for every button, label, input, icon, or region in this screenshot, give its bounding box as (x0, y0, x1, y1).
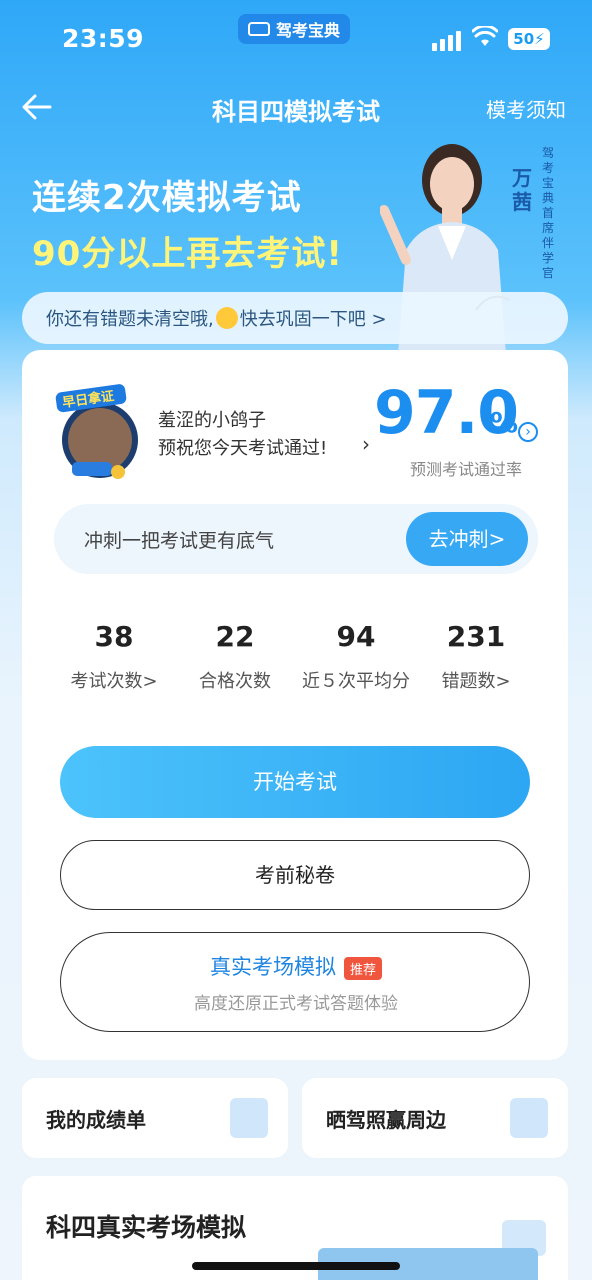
pass-rate-detail-icon[interactable]: › (518, 422, 538, 442)
app-indicator[interactable]: 驾考宝典 (238, 14, 351, 44)
real-sim-title: 真实考场模拟 (209, 955, 336, 979)
battery-icon: 50 ⚡ (508, 28, 550, 50)
stat-label: 考试次数> (70, 671, 158, 692)
wifi-icon (472, 26, 498, 46)
recommend-badge: 推荐 (343, 956, 382, 980)
stat-label: 错题数> (441, 671, 511, 692)
battery-level: 50 (513, 30, 535, 48)
spokesperson-name: 万茜 (512, 166, 532, 214)
stat-value: 22 (215, 620, 255, 653)
blessing-text: 预祝您今天考试通过! (158, 438, 328, 459)
report-card-tile[interactable]: 我的成绩单 (22, 1078, 288, 1158)
stat-value: 231 (446, 620, 506, 653)
sprint-text: 冲刺一把考试更有底气 (84, 530, 275, 552)
real-sim-title-row: 真实考场模拟 推荐 (61, 951, 531, 981)
stat-value: 38 (94, 620, 134, 653)
stat-value: 94 (336, 620, 376, 653)
spokesperson-title: 驾考宝典首席伴学官 (542, 146, 555, 280)
sprint-button[interactable]: 去冲刺> (406, 512, 528, 566)
stat-wrong-count[interactable]: 231 错题数> (416, 620, 536, 693)
user-name: 羞涩的小鸽子 (158, 410, 266, 431)
sprint-bar: 冲刺一把考试更有底气 去冲刺> (54, 504, 538, 574)
pass-rate-unit: % (490, 406, 519, 439)
smile-emoji-icon (215, 307, 238, 329)
real-sim-subtitle: 高度还原正式考试答题体验 (194, 994, 398, 1014)
tip-text-before: 你还有错题未清空哦, (46, 309, 214, 330)
start-exam-button[interactable]: 开始考试 (60, 746, 530, 818)
chevron-right-icon[interactable]: › (362, 432, 370, 456)
share-license-tile[interactable]: 晒驾照赢周边 (302, 1078, 568, 1158)
report-search-icon (230, 1098, 268, 1138)
stat-avg-score: 94 近５次平均分 (296, 620, 416, 693)
secret-paper-button[interactable]: 考前秘卷 (60, 840, 530, 910)
badge-illustration: 早日拿证 (55, 384, 138, 479)
banner-line2: 90分以上再去考试! (32, 234, 343, 274)
exam-notes-link[interactable]: 模考须知 (486, 94, 566, 123)
share-license-label: 晒驾照赢周边 (326, 1108, 446, 1132)
stat-exam-count[interactable]: 38 考试次数> (54, 620, 174, 693)
stat-label: 近５次平均分 (302, 671, 410, 692)
stat-label: 合格次数 (199, 671, 271, 692)
banner-line1: 连续2次模拟考试 (32, 178, 302, 218)
stat-pass-count: 22 合格次数 (175, 620, 295, 693)
car-icon (248, 22, 270, 36)
tip-text-after: 快去巩固一下吧 > (239, 309, 387, 330)
exam-card: 早日拿证 羞涩的小鸽子 预祝您今天考试通过! › 97.0 % › 预测考试通过… (22, 350, 568, 1060)
app-indicator-label: 驾考宝典 (276, 21, 341, 40)
status-bar: 23:59 驾考宝典 50 ⚡ (0, 0, 592, 78)
signal-icon (432, 31, 461, 51)
wrong-questions-tip[interactable]: 你还有错题未清空哦, 快去巩固一下吧 > (22, 292, 568, 344)
section-title: 科四真实考场模拟 (46, 1213, 247, 1242)
report-card-label: 我的成绩单 (46, 1108, 146, 1132)
pass-rate-label: 预测考试通过率 (410, 460, 523, 479)
id-card-icon (510, 1098, 548, 1138)
home-indicator[interactable] (192, 1262, 400, 1270)
status-time: 23:59 (62, 24, 145, 53)
nav-bar: 科目四模拟考试 模考须知 (0, 80, 592, 132)
real-exam-sim-button[interactable]: 真实考场模拟 推荐 高度还原正式考试答题体验 (60, 932, 530, 1032)
